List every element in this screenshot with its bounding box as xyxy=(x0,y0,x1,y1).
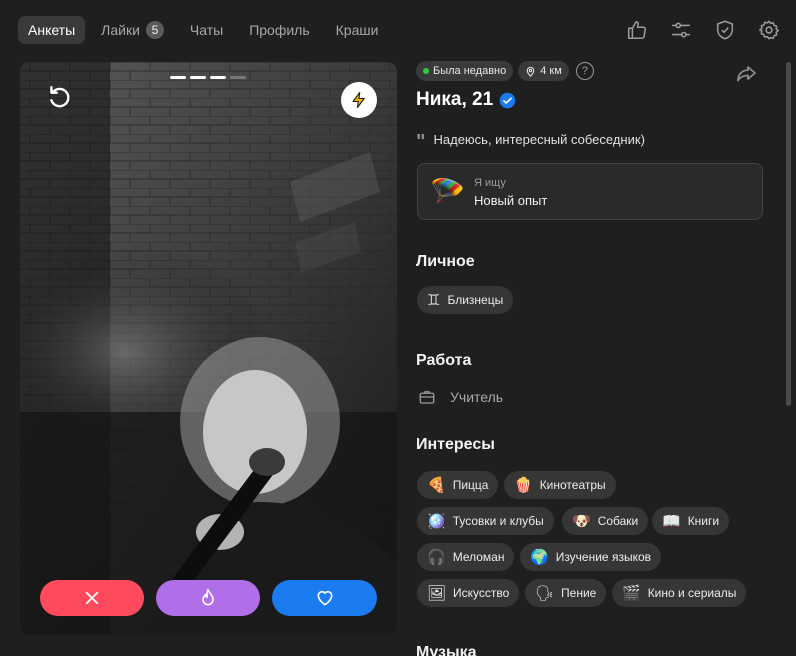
tab-label: Лайки xyxy=(101,22,140,38)
tag-label: Пицца xyxy=(452,478,489,492)
clapper-icon: 🎬 xyxy=(622,585,641,602)
top-bar: Анкеты Лайки 5 Чаты Профиль Краши xyxy=(0,0,796,60)
tab-profile[interactable]: Профиль xyxy=(239,16,319,44)
profile-meta: Была недавно 4 км ? xyxy=(416,61,594,81)
help-icon[interactable]: ? xyxy=(575,62,594,80)
status-text: Была недавно xyxy=(433,65,507,77)
disco-ball-icon: 🪩 xyxy=(427,513,446,530)
lightning-icon xyxy=(352,91,365,109)
interest-tag: 🖼 Искусство xyxy=(417,579,520,607)
interest-tag: 🪩 Тусовки и клубы xyxy=(417,507,554,535)
tag-zodiac: ♊ Близнецы xyxy=(417,286,514,314)
speaking-head-icon: 🗣 xyxy=(535,585,555,602)
photo-indicator[interactable] xyxy=(170,76,186,79)
photo-indicator[interactable] xyxy=(210,76,226,79)
tag-label: Кинотеатры xyxy=(539,478,606,492)
section-personal-title: Личное xyxy=(416,253,475,270)
tag-label: Изучение языков xyxy=(555,550,652,564)
boost-button[interactable] xyxy=(341,82,377,118)
likes-count-badge: 5 xyxy=(145,21,164,39)
profile-name: Ника, 21 xyxy=(416,89,516,111)
distance-text: 4 км xyxy=(540,65,562,77)
picture-icon: 🖼 xyxy=(427,585,447,602)
undo-icon[interactable] xyxy=(46,84,72,110)
tag-label: Книги xyxy=(687,514,720,528)
tag-label: Близнецы xyxy=(447,293,504,307)
verified-icon xyxy=(499,92,516,108)
tag-label: Тусовки и клубы xyxy=(452,514,544,528)
tag-label: Кино и сериалы xyxy=(647,586,737,600)
interest-tag: 🎬 Кино и сериалы xyxy=(612,579,747,607)
shield-check-icon[interactable] xyxy=(712,17,738,43)
close-icon xyxy=(85,591,99,605)
dog-icon: 🐶 xyxy=(572,513,591,530)
tab-likes[interactable]: Лайки 5 xyxy=(91,16,174,44)
tab-ankety[interactable]: Анкеты xyxy=(18,16,86,44)
name-text: Ника, 21 xyxy=(416,89,494,110)
photo-indicators xyxy=(170,76,250,79)
tab-label: Профиль xyxy=(249,22,310,38)
heart-icon xyxy=(317,590,332,606)
section-music-title: Музыка xyxy=(416,644,477,656)
thumbs-up-icon[interactable] xyxy=(624,17,650,43)
distance-badge: 4 км xyxy=(518,61,569,81)
interest-tag: 🗣 Пение xyxy=(525,579,607,607)
seeking-value: Новый опыт xyxy=(474,193,548,208)
photo-indicator[interactable] xyxy=(190,76,206,79)
interest-tag: 🍕 Пицца xyxy=(417,471,499,499)
location-pin-icon xyxy=(526,66,535,77)
dislike-button[interactable] xyxy=(40,580,144,616)
flame-icon xyxy=(202,588,214,606)
bio-quote: " Надеюсь, интересный собеседник) xyxy=(416,131,645,153)
popcorn-icon: 🍿 xyxy=(514,477,533,494)
gemini-icon: ♊ xyxy=(427,292,441,309)
like-button[interactable] xyxy=(272,580,377,616)
headphones-icon: 🎧 xyxy=(427,549,446,566)
globe-icon: 🌍 xyxy=(530,549,549,566)
tab-crushes[interactable]: Краши xyxy=(326,16,389,44)
scrollbar[interactable] xyxy=(786,62,791,406)
interest-tag: 📖 Книги xyxy=(652,507,730,535)
pizza-icon: 🍕 xyxy=(427,477,446,494)
section-work-title: Работа xyxy=(416,352,472,369)
interest-tag: 🐶 Собаки xyxy=(562,507,649,535)
book-icon: 📖 xyxy=(662,513,681,530)
tab-label: Краши xyxy=(335,22,379,38)
quote-icon: " xyxy=(416,131,426,153)
swipe-actions xyxy=(40,580,377,616)
interest-tag: 🌍 Изучение языков xyxy=(520,543,662,571)
work-row: Учитель xyxy=(418,388,503,406)
work-value: Учитель xyxy=(450,389,504,405)
sliders-icon[interactable] xyxy=(668,17,694,43)
share-icon[interactable] xyxy=(734,62,758,86)
tab-label: Анкеты xyxy=(28,22,76,38)
top-icons xyxy=(606,17,782,43)
seeking-label: Я ищу xyxy=(474,177,506,189)
tab-chats[interactable]: Чаты xyxy=(180,16,233,44)
tag-label: Собаки xyxy=(597,514,639,528)
gear-icon[interactable] xyxy=(756,17,782,43)
tag-label: Искусство xyxy=(453,586,510,600)
parachute-icon: 🪂 xyxy=(430,176,465,207)
interest-tag: 🎧 Меломан xyxy=(417,543,515,571)
photo-indicator[interactable] xyxy=(230,76,246,79)
quote-text: Надеюсь, интересный собеседник) xyxy=(433,131,645,147)
photo-image xyxy=(20,62,397,635)
seeking-card: 🪂 Я ищу Новый опыт xyxy=(417,163,763,220)
status-badge: Была недавно xyxy=(416,61,514,81)
tab-label: Чаты xyxy=(189,22,224,38)
profile-photo[interactable] xyxy=(20,62,397,635)
tag-label: Пение xyxy=(561,586,597,600)
profile-info: Была недавно 4 км ? Ника, 21 " Надеюсь, … xyxy=(416,60,776,656)
briefcase-icon xyxy=(419,391,435,404)
interest-tag: 🍿 Кинотеатры xyxy=(504,471,616,499)
tabs: Анкеты Лайки 5 Чаты Профиль Краши xyxy=(18,16,394,44)
section-interests-title: Интересы xyxy=(416,436,495,453)
superlike-button[interactable] xyxy=(156,580,260,616)
online-dot xyxy=(423,68,429,74)
tag-label: Меломан xyxy=(452,550,505,564)
